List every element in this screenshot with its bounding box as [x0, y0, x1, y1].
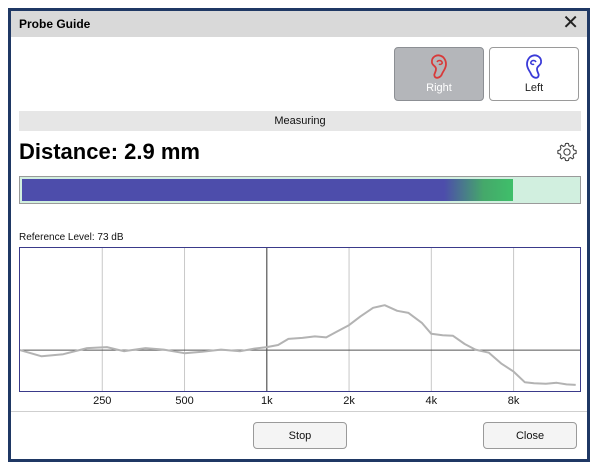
x-tick-label-1k: 1k [260, 395, 273, 407]
left-ear-button[interactable]: Left [489, 47, 579, 101]
x-tick-label-250: 250 [93, 395, 112, 407]
close-button[interactable]: Close [483, 422, 577, 449]
reference-level-label: Reference Level: 73 dB [19, 232, 124, 243]
distance-progress-fill [22, 179, 513, 201]
right-ear-label: Right [426, 82, 452, 94]
separator [11, 411, 587, 412]
response-curve-0 [20, 304, 576, 386]
frequency-response-chart [20, 248, 580, 391]
frequency-response-plot [19, 247, 581, 392]
right-ear-icon [431, 54, 447, 79]
right-ear-button[interactable]: Right [394, 47, 484, 101]
distance-progress-bar [19, 176, 581, 204]
x-tick-label-8k: 8k [507, 395, 520, 407]
left-ear-icon [526, 54, 542, 79]
gear-icon[interactable] [556, 141, 578, 163]
title-bar: Probe Guide ✕ [11, 11, 587, 37]
stop-button[interactable]: Stop [253, 422, 347, 449]
close-icon[interactable]: ✕ [562, 12, 579, 34]
left-ear-label: Left [524, 82, 544, 94]
x-tick-label-2k: 2k [343, 395, 355, 407]
x-tick-label-4k: 4k [425, 395, 438, 407]
distance-readout: Distance: 2.9 mm [19, 139, 200, 164]
window-title: Probe Guide [19, 17, 91, 31]
x-tick-label-500: 500 [175, 395, 194, 407]
status-strip: Measuring [19, 111, 581, 131]
probe-guide-window: Probe Guide ✕ Right Left Measuring Dista… [8, 8, 590, 462]
